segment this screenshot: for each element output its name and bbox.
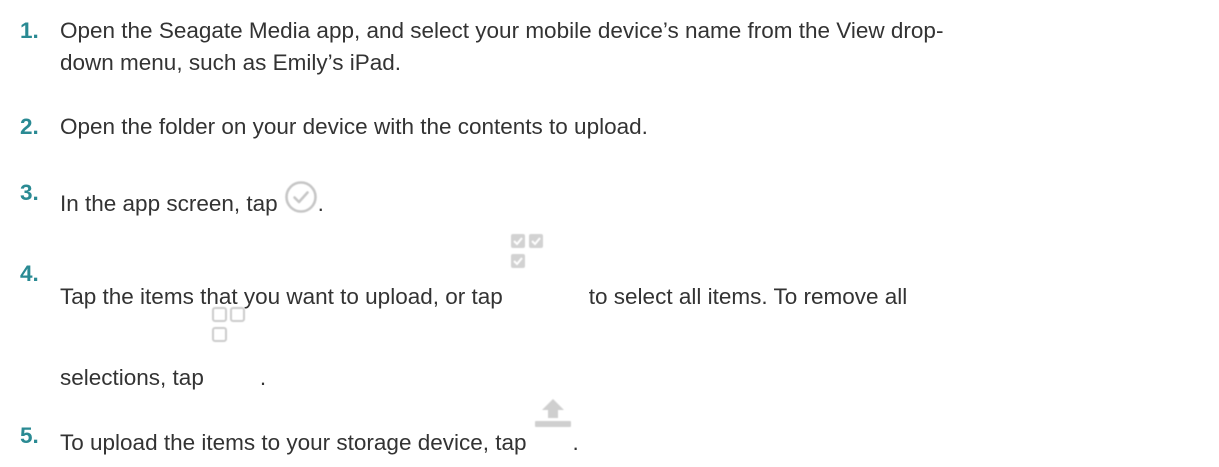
step-4-continued: selections, tap. bbox=[20, 307, 1200, 394]
step-text: Open the Seagate Media app, and select y… bbox=[60, 15, 1200, 79]
step-number: 2. bbox=[20, 114, 39, 139]
step-number: 4. bbox=[20, 261, 39, 286]
step-text-after: . bbox=[317, 191, 324, 216]
step-4: 4. Tap the items that you want to upload… bbox=[20, 234, 1200, 313]
step-text-before: In the app screen, tap bbox=[60, 191, 278, 216]
step-text-before: To upload the items to your storage devi… bbox=[60, 430, 527, 455]
step-text-line: Open the Seagate Media app, and select y… bbox=[60, 18, 944, 43]
step-number: 1. bbox=[20, 18, 39, 43]
step-text-after: . bbox=[259, 365, 267, 390]
step-text: In the app screen, tap. bbox=[60, 177, 1200, 220]
step-text-line: down menu, such as Emily’s iPad. bbox=[60, 50, 401, 75]
step-text: Open the folder on your device with the … bbox=[60, 114, 648, 139]
step-1: 1. Open the Seagate Media app, and selec… bbox=[20, 15, 1200, 79]
step-2: 2. Open the folder on your device with t… bbox=[20, 111, 1200, 143]
step-number: 5. bbox=[20, 423, 39, 448]
step-3: 3. In the app screen, tap. bbox=[20, 177, 1200, 220]
check-circle-icon bbox=[284, 180, 318, 214]
deselect-all-icon bbox=[210, 307, 250, 385]
step-5: 5. To upload the items to your storage d… bbox=[20, 399, 1200, 459]
step-text-after: to select all items. To remove all bbox=[588, 284, 908, 309]
step-text-after: . bbox=[572, 430, 579, 455]
step-text: selections, tap. bbox=[60, 307, 1200, 394]
step-text: To upload the items to your storage devi… bbox=[60, 399, 1200, 459]
step-number: 3. bbox=[20, 180, 39, 205]
select-all-icon bbox=[509, 234, 549, 304]
upload-icon bbox=[533, 399, 573, 450]
step-text-before: selections, tap bbox=[60, 365, 204, 390]
step-text-before: Tap the items that you want to upload, o… bbox=[60, 284, 503, 309]
